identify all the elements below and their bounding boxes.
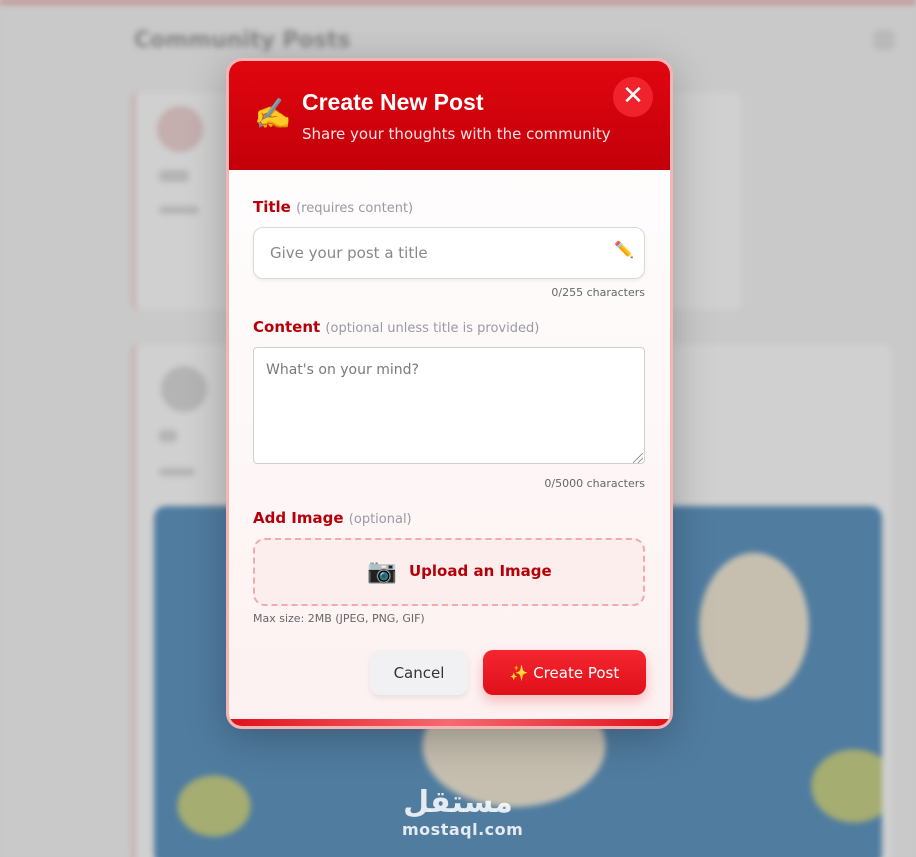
- content-label-hint: (optional unless title is provided): [325, 321, 540, 336]
- image-label-hint: (optional): [348, 512, 412, 527]
- writing-hand-icon: ✍️: [254, 97, 292, 132]
- content-textarea[interactable]: [253, 347, 645, 464]
- camera-icon: 📷: [367, 557, 397, 585]
- modal-title: Create New Post: [302, 89, 484, 115]
- close-button[interactable]: ✕: [613, 77, 653, 117]
- title-label-text: Title: [253, 198, 291, 216]
- image-label-text: Add Image: [253, 509, 344, 527]
- mostaql-watermark: مستقل mostaql.com: [402, 785, 524, 840]
- content-label-text: Content: [253, 318, 321, 336]
- title-input[interactable]: [270, 228, 600, 278]
- modal-bottom-accent-bar: [229, 719, 670, 726]
- title-character-counter: 0/255 characters: [551, 286, 645, 299]
- close-icon: ✕: [622, 81, 644, 111]
- max-size-note: Max size: 2MB (JPEG, PNG, GIF): [253, 612, 425, 625]
- title-label-hint: (requires content): [296, 201, 414, 216]
- create-post-button[interactable]: ✨ Create Post: [483, 650, 646, 695]
- pencil-icon: ✏️: [614, 240, 634, 259]
- upload-image-label: Upload an Image: [409, 562, 552, 580]
- create-post-modal: ✍️ Create New Post Share your thoughts w…: [226, 58, 673, 729]
- content-field-label: Content (optional unless title is provid…: [253, 318, 539, 336]
- upload-image-button[interactable]: 📷 Upload an Image: [253, 538, 645, 606]
- modal-subtitle: Share your thoughts with the community: [302, 125, 611, 143]
- watermark-arabic-logo: مستقل: [403, 785, 513, 820]
- content-character-counter: 0/5000 characters: [544, 477, 645, 490]
- watermark-latin-text: mostaql.com: [402, 820, 524, 839]
- title-input-wrapper: ✏️: [253, 227, 645, 279]
- textarea-resize-handle[interactable]: [633, 453, 643, 463]
- modal-header: ✍️ Create New Post Share your thoughts w…: [229, 61, 670, 170]
- title-field-label: Title (requires content): [253, 198, 413, 216]
- cancel-button[interactable]: Cancel: [370, 650, 468, 695]
- image-field-label: Add Image (optional): [253, 509, 412, 527]
